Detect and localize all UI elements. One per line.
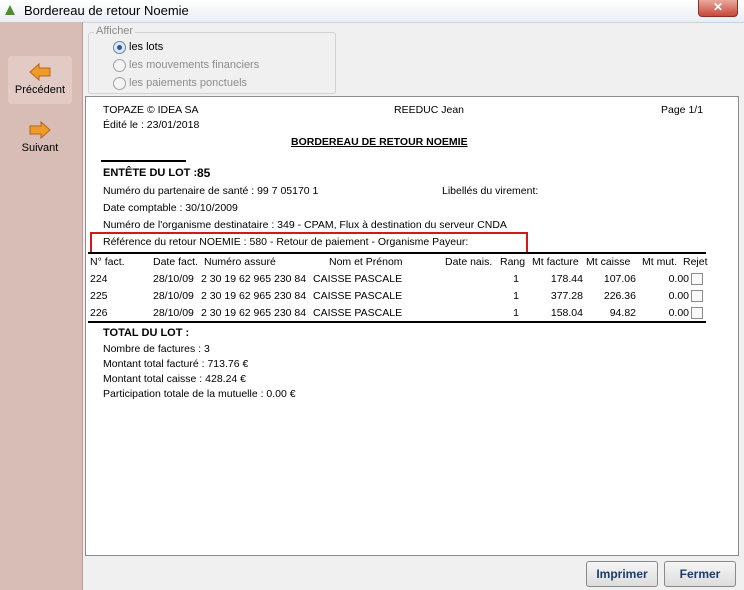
- total-invoiced: Montant total facturé : 713.76 €: [103, 358, 249, 370]
- next-button[interactable]: Suivant: [8, 114, 72, 162]
- cell-nom: CAISSE PASCALE: [313, 290, 403, 302]
- page-number: Page 1/1: [661, 104, 704, 116]
- invoice-count: Nombre de factures : 3: [103, 343, 210, 355]
- report-title: BORDEREAU DE RETOUR NOEMIE: [291, 136, 468, 148]
- col-header: Nom et Prénom: [329, 256, 403, 268]
- user-name: REEDUC Jean: [394, 104, 465, 116]
- edit-date: Édité le : 23/01/2018: [103, 119, 200, 131]
- radio-label: les paiements ponctuels: [129, 77, 248, 89]
- total-mutual: Participation totale de la mutuelle : 0.…: [103, 388, 296, 400]
- recipient-organism: Numéro de l'organisme destinataire : 349…: [103, 219, 507, 231]
- cell-facture: 158.04: [550, 307, 583, 319]
- cell-assure: 2 30 19 62 965 230 84: [201, 307, 307, 319]
- print-button[interactable]: Imprimer: [586, 561, 658, 587]
- col-header: Mt mut.: [642, 256, 678, 268]
- lot-label: ENTÊTE DU LOT :: [103, 167, 198, 179]
- cell-mut: 0.00: [668, 307, 689, 319]
- title-bar: Bordereau de retour Noemie ✕: [0, 0, 744, 23]
- reject-checkbox[interactable]: [691, 273, 703, 285]
- cell-facture: 377.28: [550, 290, 583, 302]
- col-header: N° fact.: [90, 256, 125, 268]
- cell-fact: 226: [90, 307, 108, 319]
- radio-button[interactable]: [113, 77, 126, 90]
- cell-facture: 178.44: [550, 273, 583, 285]
- radio-label: les lots: [129, 41, 164, 53]
- cell-date: 28/10/09: [153, 307, 194, 319]
- col-header: Rang: [500, 256, 526, 268]
- total-fund: Montant total caisse : 428.24 €: [103, 373, 247, 385]
- cell-fact: 224: [90, 273, 108, 285]
- cell-date: 28/10/09: [153, 273, 194, 285]
- header-divider: [101, 160, 186, 162]
- col-header: Mt caisse: [586, 256, 631, 268]
- cell-rang: 1: [513, 290, 519, 302]
- cell-fact: 225: [90, 290, 108, 302]
- accounting-date: Date comptable : 30/10/2009: [103, 202, 238, 214]
- total-label: TOTAL DU LOT :: [103, 327, 190, 339]
- col-header: Numéro assuré: [204, 256, 276, 268]
- cell-mut: 0.00: [668, 290, 689, 302]
- transfer-labels: Libellés du virement:: [442, 185, 539, 197]
- afficher-legend: Afficher: [94, 25, 136, 37]
- lot-number: 85: [197, 166, 211, 180]
- cell-assure: 2 30 19 62 965 230 84: [201, 273, 307, 285]
- radio-button[interactable]: [113, 59, 126, 72]
- window-close-button[interactable]: ✕: [698, 0, 738, 17]
- app-icon: [5, 5, 15, 15]
- close-button[interactable]: Fermer: [664, 561, 736, 587]
- cell-rang: 1: [513, 273, 519, 285]
- reject-checkbox[interactable]: [691, 290, 703, 302]
- col-header: Date fact.: [153, 256, 198, 268]
- window-title: Bordereau de retour Noemie: [24, 3, 189, 18]
- cell-date: 28/10/09: [153, 290, 194, 302]
- arrow-right-icon: [29, 120, 51, 140]
- left-nav: Précédent Suivant: [0, 22, 83, 590]
- cell-rang: 1: [513, 307, 519, 319]
- col-header: Rejet: [683, 256, 708, 268]
- table-bottom-divider: [88, 321, 706, 323]
- cell-nom: CAISSE PASCALE: [313, 307, 403, 319]
- reject-checkbox[interactable]: [691, 307, 703, 319]
- cell-assure: 2 30 19 62 965 230 84: [201, 290, 307, 302]
- cell-caisse: 107.06: [603, 273, 636, 285]
- cell-mut: 0.00: [668, 273, 689, 285]
- report-preview: TOPAZE © IDEA SA REEDUC Jean Page 1/1 Éd…: [85, 96, 739, 556]
- partner-number: Numéro du partenaire de santé : 99 7 051…: [103, 185, 319, 197]
- radio-label: les mouvements financiers: [129, 59, 260, 71]
- previous-button[interactable]: Précédent: [8, 56, 72, 104]
- radio-button-checked[interactable]: [113, 41, 126, 54]
- cell-nom: CAISSE PASCALE: [313, 273, 403, 285]
- next-label: Suivant: [21, 142, 59, 154]
- noemie-reference: Référence du retour NOEMIE : 580 - Retou…: [103, 236, 469, 248]
- cell-caisse: 94.82: [609, 307, 636, 319]
- company-name: TOPAZE © IDEA SA: [103, 104, 199, 116]
- table-top-divider: [88, 252, 706, 254]
- col-header: Date nais.: [445, 256, 493, 268]
- cell-caisse: 226.36: [603, 290, 636, 302]
- arrow-left-icon: [29, 62, 51, 82]
- col-header: Mt facture: [532, 256, 579, 268]
- previous-label: Précédent: [14, 84, 66, 96]
